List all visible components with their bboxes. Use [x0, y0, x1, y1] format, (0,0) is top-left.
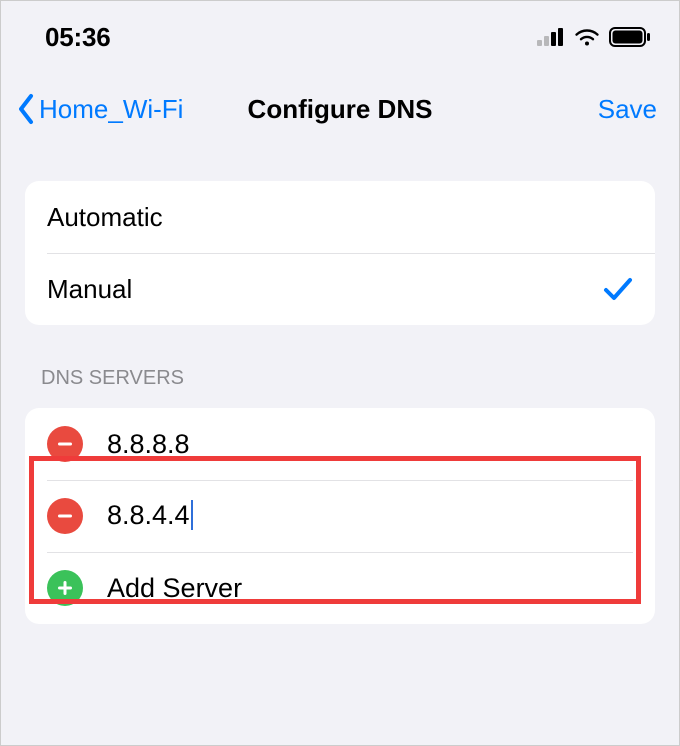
- option-manual[interactable]: Manual: [25, 253, 655, 325]
- add-server-label: Add Server: [107, 573, 242, 604]
- delete-button[interactable]: [47, 498, 83, 534]
- mode-group: Automatic Manual: [25, 181, 655, 325]
- back-button[interactable]: Home_Wi-Fi: [15, 93, 183, 125]
- dns-server-row[interactable]: 8.8.4.4: [25, 480, 655, 552]
- text-cursor: [191, 500, 193, 530]
- server-ip[interactable]: 8.8.8.8: [107, 429, 190, 460]
- checkmark-icon: [603, 276, 633, 302]
- nav-bar: Home_Wi-Fi Configure DNS Save: [1, 67, 679, 149]
- wifi-icon: [573, 27, 601, 47]
- server-ip[interactable]: 8.8.4.4: [107, 500, 193, 532]
- cellular-icon: [537, 28, 565, 46]
- save-button[interactable]: Save: [598, 94, 657, 125]
- battery-icon: [609, 27, 651, 47]
- option-automatic[interactable]: Automatic: [25, 181, 655, 253]
- page-title: Configure DNS: [248, 94, 433, 125]
- section-header-dns: DNS SERVERS: [41, 367, 639, 390]
- back-label: Home_Wi-Fi: [39, 94, 183, 125]
- status-time: 05:36: [45, 22, 111, 53]
- delete-button[interactable]: [47, 426, 83, 462]
- option-label: Manual: [47, 274, 132, 305]
- add-server-row[interactable]: Add Server: [25, 552, 655, 624]
- status-bar: 05:36: [1, 1, 679, 67]
- option-label: Automatic: [47, 202, 163, 233]
- status-indicators: [537, 27, 651, 47]
- dns-server-row[interactable]: 8.8.8.8: [25, 408, 655, 480]
- chevron-left-icon: [15, 93, 37, 125]
- dns-servers-group: 8.8.8.8 8.8.4.4 Add Server: [25, 408, 655, 624]
- add-button[interactable]: [47, 570, 83, 606]
